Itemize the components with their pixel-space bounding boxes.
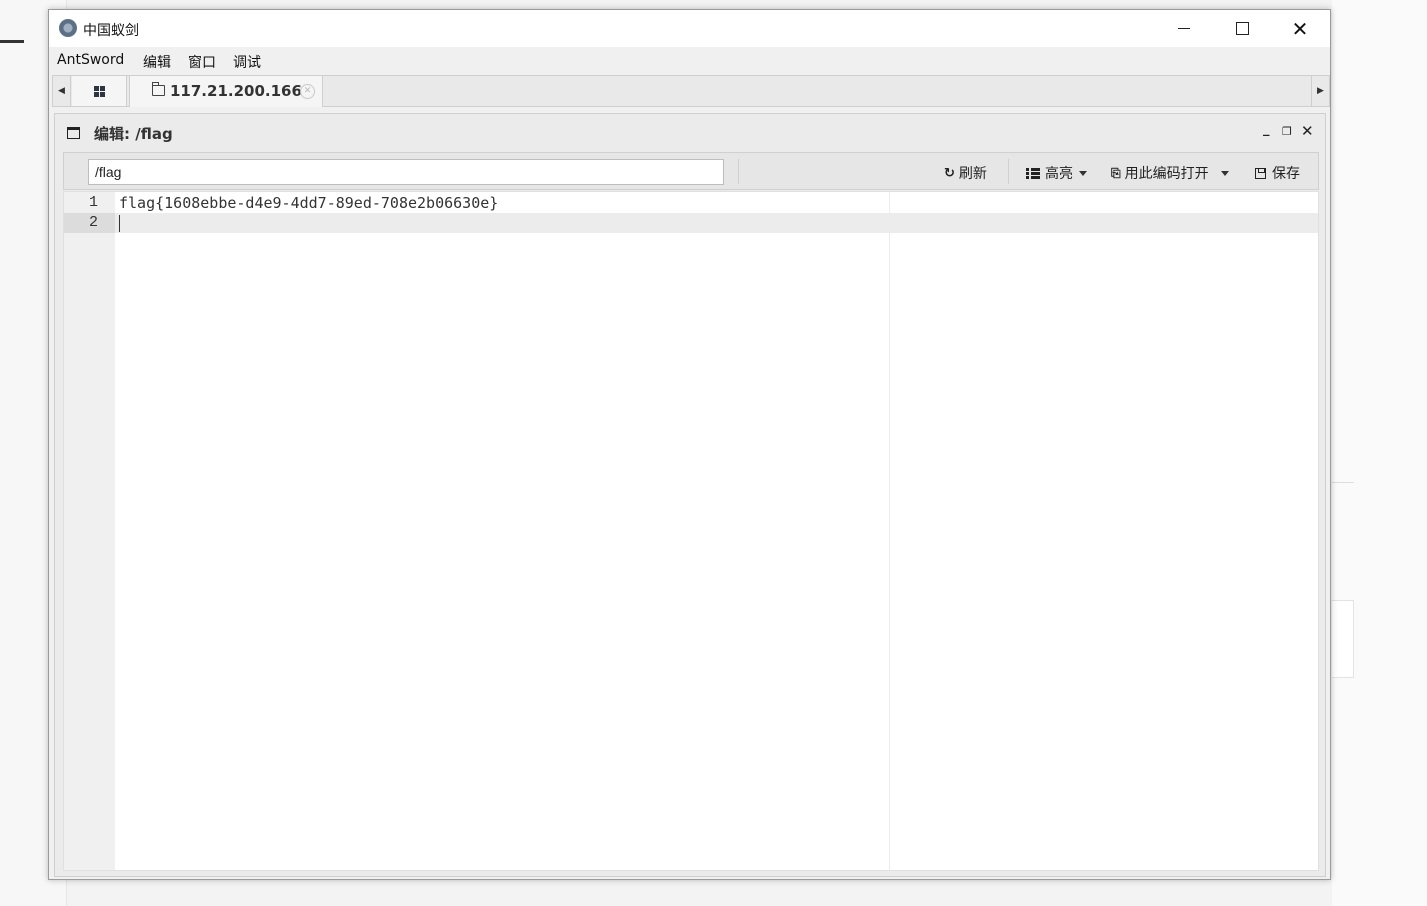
caret-down-icon (1079, 170, 1087, 176)
save-icon (1255, 167, 1266, 179)
window-title: 中国蚁剑 (83, 23, 139, 39)
panel-header: 编辑: /flag _ ❐ ✕ (55, 114, 1325, 150)
highlight-dropdown[interactable]: 高亮 (1026, 163, 1087, 183)
panel-restore-button[interactable]: ❐ (1282, 125, 1292, 138)
close-circle-icon[interactable]: ✕ (300, 84, 315, 99)
line-number: 1 (88, 194, 98, 211)
menu-edit[interactable]: 编辑 (143, 52, 171, 72)
open-with-encoding-dropdown[interactable]: ⎘ 用此编码打开 (1111, 163, 1229, 183)
close-icon: ✕ (1291, 16, 1309, 41)
antsword-logo-icon (59, 19, 77, 37)
tab-scroll-right-button[interactable]: ▶ (1311, 76, 1329, 106)
tab-label: 117.21.200.166 (170, 82, 302, 100)
desktop-dash (0, 40, 24, 43)
desktop-panel-fragment (1332, 600, 1354, 678)
tab-shell-117-21-200-166[interactable]: 117.21.200.166 ✕ (129, 76, 323, 107)
toolbar-divider (1008, 159, 1009, 184)
refresh-icon: ↻ (944, 165, 955, 181)
editor-toolbar: ↻ 刷新 高亮 ⎘ 用此编码打开 保存 (63, 152, 1319, 190)
editor-line-active[interactable]: 2 (64, 213, 1318, 233)
maximize-icon (1235, 22, 1249, 35)
tab-bar: ◀ 117.21.200.166 ✕ ▶ (52, 75, 1330, 107)
line-number: 2 (64, 213, 115, 233)
title-bar[interactable]: 中国蚁剑 ✕ (49, 10, 1330, 47)
maximize-button[interactable] (1213, 10, 1271, 47)
print-margin (889, 192, 890, 870)
line-text: flag{1608ebbe-d4e9-4dd7-89ed-708e2b06630… (119, 194, 499, 212)
refresh-button[interactable]: ↻ 刷新 (944, 163, 987, 183)
menu-window[interactable]: 窗口 (188, 52, 216, 72)
panel-title: 编辑: /flag (94, 125, 173, 143)
encoding-icon: ⎘ (1111, 165, 1121, 180)
panel-close-button[interactable]: ✕ (1301, 122, 1314, 140)
menu-antsword[interactable]: AntSword (57, 52, 124, 68)
highlight-label: 高亮 (1045, 166, 1073, 182)
path-input[interactable] (88, 159, 724, 185)
list-icon (1026, 167, 1040, 179)
line-gutter (64, 192, 115, 870)
editor-panel: 编辑: /flag _ ❐ ✕ ↻ 刷新 高亮 ⎘ 用此编码打开 (54, 113, 1326, 877)
open-with-encoding-label: 用此编码打开 (1124, 166, 1209, 182)
caret-down-icon (1220, 170, 1229, 176)
minimize-button[interactable] (1155, 10, 1213, 47)
minimize-icon (1178, 28, 1190, 29)
grid-icon (93, 85, 105, 97)
menu-bar: AntSword 编辑 窗口 调试 (49, 47, 1330, 74)
refresh-label: 刷新 (958, 166, 987, 182)
editor-line[interactable]: 1 flag{1608ebbe-d4e9-4dd7-89ed-708e2b066… (64, 193, 1318, 213)
desktop-divider (1332, 482, 1354, 483)
close-button[interactable]: ✕ (1271, 10, 1329, 47)
antsword-window: 中国蚁剑 ✕ AntSword 编辑 窗口 调试 ◀ 117.21.200.16… (48, 9, 1331, 880)
code-editor[interactable]: 1 flag{1608ebbe-d4e9-4dd7-89ed-708e2b066… (63, 191, 1319, 871)
toolbar-divider (738, 159, 739, 184)
tab-scroll-left-button[interactable]: ◀ (53, 76, 71, 106)
menu-debug[interactable]: 调试 (233, 52, 261, 72)
tab-home[interactable] (72, 76, 127, 106)
save-button[interactable]: 保存 (1255, 163, 1300, 183)
panel-minimize-button[interactable]: _ (1263, 122, 1270, 137)
desktop-background-right (1332, 0, 1427, 906)
save-label: 保存 (1272, 166, 1300, 182)
folder-icon (152, 82, 165, 96)
text-cursor (119, 215, 120, 232)
window-icon (67, 127, 80, 139)
